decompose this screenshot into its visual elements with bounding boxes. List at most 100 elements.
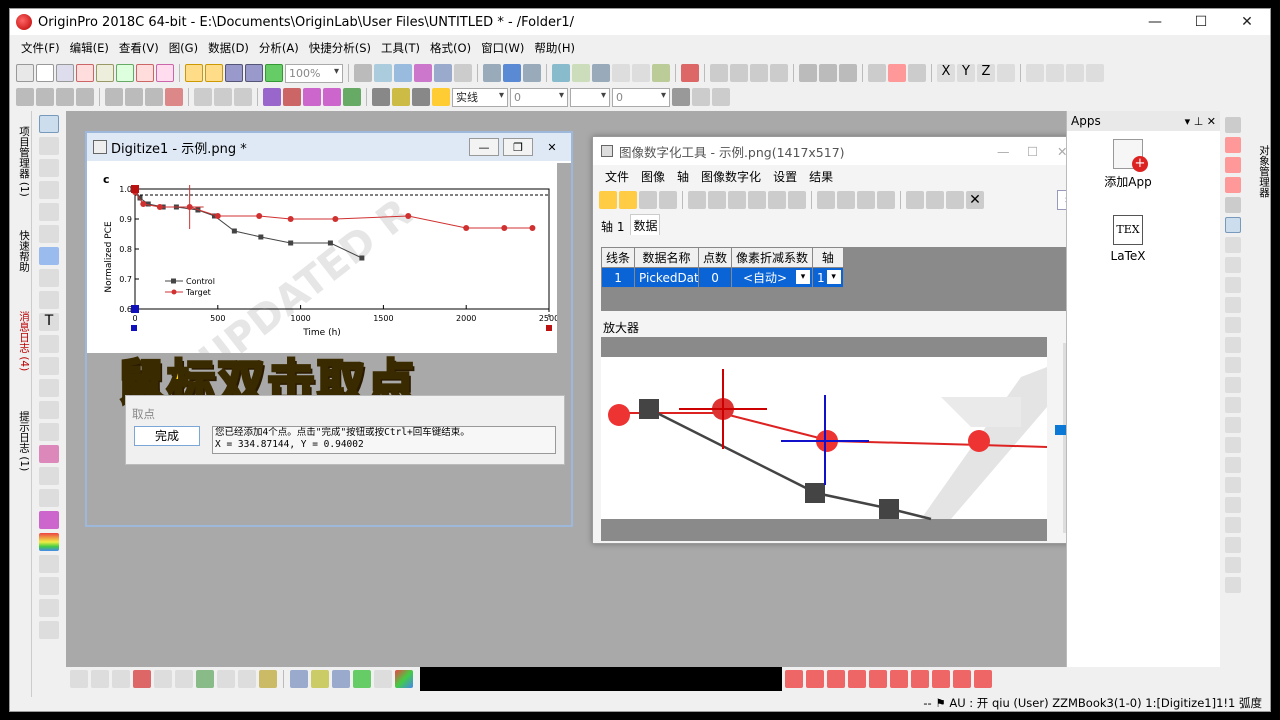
graph-tool-3-icon[interactable]	[56, 88, 74, 106]
mask-tool-7-icon[interactable]	[911, 670, 929, 688]
digitizer-tool-b-icon[interactable]	[708, 191, 726, 209]
tab-axis-1[interactable]: 轴 1	[601, 218, 624, 235]
axis-dropdown-icon[interactable]: ▾	[826, 270, 841, 284]
digitizer-menu-digitize[interactable]: 图像数字化	[695, 168, 767, 185]
tab-project-explorer[interactable]: 项目管理器 (1)	[10, 111, 32, 211]
text-tool-icon[interactable]: T	[39, 313, 59, 331]
right-tool-8-icon[interactable]	[1225, 257, 1241, 273]
plot-template-icon[interactable]	[374, 670, 392, 688]
rescale-icon[interactable]	[414, 64, 432, 82]
date-time-icon[interactable]	[39, 599, 59, 617]
layer-tool-1-icon[interactable]	[105, 88, 123, 106]
data-reader-icon[interactable]	[39, 203, 59, 221]
arrange-icon[interactable]	[303, 88, 321, 106]
menu-graph[interactable]: 图(G)	[164, 40, 203, 56]
minimize-button[interactable]: —	[1132, 9, 1178, 35]
line-width-combo[interactable]: 0	[510, 87, 568, 107]
menu-tools[interactable]: 工具(T)	[376, 40, 425, 56]
screen-reader-icon[interactable]	[39, 181, 59, 199]
digitizer-edit-icon[interactable]	[946, 191, 964, 209]
digitizer-tool-d-icon[interactable]	[748, 191, 766, 209]
digitizer-add-icon[interactable]	[906, 191, 924, 209]
right-tool-22-icon[interactable]	[1225, 537, 1241, 553]
data-cursor-icon[interactable]	[39, 225, 59, 243]
digitizer-tool-h-icon[interactable]	[837, 191, 855, 209]
save-icon[interactable]	[225, 64, 243, 82]
last-icon[interactable]	[1086, 64, 1104, 82]
mask-tool-2-icon[interactable]	[806, 670, 824, 688]
plot-stock-icon[interactable]	[238, 670, 256, 688]
new-layout-icon[interactable]	[136, 64, 154, 82]
fill-pattern-icon[interactable]	[672, 88, 690, 106]
sum-icon[interactable]	[710, 64, 728, 82]
insert-image-icon[interactable]	[39, 489, 59, 507]
3d-rotate-icon[interactable]	[39, 511, 59, 529]
digitizer-menu-file[interactable]: 文件	[599, 168, 635, 185]
done-button[interactable]: 完成	[134, 426, 200, 446]
plot-multi-icon[interactable]	[154, 670, 172, 688]
graph-close-button[interactable]: ✕	[537, 138, 567, 156]
right-tool-20-icon[interactable]	[1225, 497, 1241, 513]
latex-app-item[interactable]: TEX LaTeX	[1093, 215, 1163, 263]
tab-object-manager[interactable]: 对象管理器	[1246, 111, 1270, 231]
plot-color-icon[interactable]	[395, 670, 413, 688]
digitizer-icon[interactable]	[652, 64, 670, 82]
digitizer-tool-a-icon[interactable]	[688, 191, 706, 209]
plot-image-icon[interactable]	[311, 670, 329, 688]
border-icon[interactable]	[692, 88, 710, 106]
mask-tool-6-icon[interactable]	[890, 670, 908, 688]
right-tool-4-icon[interactable]	[1225, 177, 1241, 193]
open-icon[interactable]	[185, 64, 203, 82]
right-tool-16-icon[interactable]	[1225, 417, 1241, 433]
import-excel-icon[interactable]	[632, 64, 650, 82]
mask-tool-3-icon[interactable]	[827, 670, 845, 688]
right-tool-12-icon[interactable]	[1225, 337, 1241, 353]
pattern-icon[interactable]	[392, 88, 410, 106]
line-style-combo[interactable]: 实线	[452, 87, 508, 107]
histogram-icon[interactable]	[839, 64, 857, 82]
new-legend-icon[interactable]	[39, 555, 59, 573]
zoom-in-icon[interactable]	[39, 137, 59, 155]
tab-smart-hint-log[interactable]: 提示日志 (1)	[10, 391, 32, 491]
digitizer-tool-f-icon[interactable]	[788, 191, 806, 209]
digitizer-menu-results[interactable]: 结果	[803, 168, 839, 185]
rectangle-tool-icon[interactable]	[39, 401, 59, 419]
plot-line-symbol-icon[interactable]	[112, 670, 130, 688]
digitizer-tool-e-icon[interactable]	[768, 191, 786, 209]
reduction-select[interactable]: <自动> ▾	[731, 267, 814, 288]
menu-help[interactable]: 帮助(H)	[529, 40, 580, 56]
right-tool-14-icon[interactable]	[1225, 377, 1241, 393]
layer-tool-2-icon[interactable]	[125, 88, 143, 106]
new-workbook-icon[interactable]	[56, 64, 74, 82]
line-tool-icon[interactable]	[39, 379, 59, 397]
new-notes-icon[interactable]	[156, 64, 174, 82]
region-icon[interactable]	[39, 269, 59, 287]
font-size-combo[interactable]: 0	[612, 87, 670, 107]
digitizer-tool-c-icon[interactable]	[728, 191, 746, 209]
add-layer-icon[interactable]	[483, 64, 501, 82]
import-csv-icon[interactable]	[612, 64, 630, 82]
set-z-icon[interactable]: Z	[977, 64, 995, 82]
axis-select[interactable]: 1 ▾	[812, 267, 844, 288]
mask-tool-1-icon[interactable]	[785, 670, 803, 688]
right-tool-5-icon[interactable]	[1225, 197, 1241, 213]
set-x-icon[interactable]: X	[937, 64, 955, 82]
filter-icon[interactable]	[868, 64, 886, 82]
zoom-combo[interactable]: 100%	[285, 63, 343, 83]
right-tool-9-icon[interactable]	[1225, 277, 1241, 293]
right-tool-11-icon[interactable]	[1225, 317, 1241, 333]
color-combo[interactable]	[570, 87, 610, 107]
right-tool-21-icon[interactable]	[1225, 517, 1241, 533]
first-icon[interactable]	[1026, 64, 1044, 82]
line-color-icon[interactable]	[412, 88, 430, 106]
import-icon[interactable]	[592, 64, 610, 82]
digitizer-menu-image[interactable]: 图像	[635, 168, 671, 185]
region-roi-icon[interactable]	[39, 445, 59, 463]
clear-filter-icon[interactable]	[888, 64, 906, 82]
tab-message-log[interactable]: 消息日志 (4)	[10, 291, 32, 391]
reapply-filter-icon[interactable]	[908, 64, 926, 82]
graph-tool-2-icon[interactable]	[36, 88, 54, 106]
plot-line-icon[interactable]	[70, 670, 88, 688]
menu-window[interactable]: 窗口(W)	[476, 40, 529, 56]
plot-column-icon[interactable]	[133, 670, 151, 688]
